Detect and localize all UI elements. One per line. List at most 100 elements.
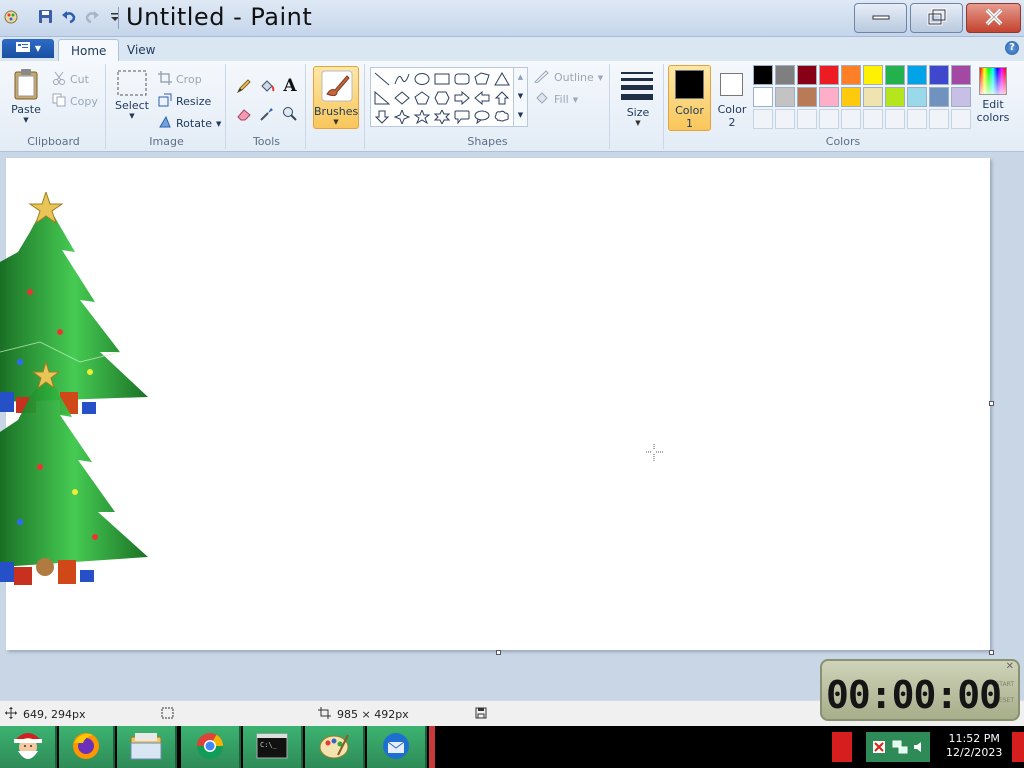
redo-icon[interactable] [83, 8, 100, 25]
diamond-shape-icon[interactable] [392, 88, 412, 107]
paste-button[interactable]: Paste ▼ [6, 68, 46, 124]
stopwatch-widget[interactable]: ✕ START RESET 00:00:00 [820, 659, 1020, 721]
polygon-shape-icon[interactable] [472, 69, 492, 88]
fill-bucket-icon[interactable] [257, 76, 277, 96]
outline-button[interactable]: Outline ▼ [534, 69, 603, 86]
save-icon[interactable] [37, 8, 54, 25]
size-button[interactable]: Size ▼ [612, 64, 664, 132]
rotate-button[interactable]: Rotate ▼ [158, 115, 221, 132]
palette-swatch[interactable] [841, 87, 861, 107]
palette-swatch[interactable] [929, 109, 949, 129]
right-triangle-shape-icon[interactable] [372, 88, 392, 107]
palette-swatch[interactable] [863, 65, 883, 85]
edit-colors-button[interactable]: Edit colors [976, 67, 1010, 124]
palette-swatch[interactable] [885, 65, 905, 85]
palette-swatch[interactable] [797, 109, 817, 129]
palette-swatch[interactable] [863, 87, 883, 107]
crop-button[interactable]: Crop [158, 71, 202, 88]
palette-swatch[interactable] [951, 87, 971, 107]
gallery-scroll-up[interactable]: ▲ [514, 68, 527, 87]
palette-swatch[interactable] [907, 87, 927, 107]
palette-swatch[interactable] [775, 65, 795, 85]
palette-swatch[interactable] [929, 87, 949, 107]
copy-button[interactable]: Copy [52, 93, 98, 110]
tab-view[interactable]: View [115, 39, 167, 61]
taskbar-thunderbird[interactable] [367, 726, 427, 768]
palette-swatch[interactable] [885, 109, 905, 129]
text-icon[interactable]: A [280, 76, 300, 96]
four-point-star-shape-icon[interactable] [392, 107, 412, 126]
palette-swatch[interactable] [753, 65, 773, 85]
five-point-star-shape-icon[interactable] [412, 107, 432, 126]
eraser-icon[interactable] [234, 104, 254, 124]
line-shape-icon[interactable] [372, 69, 392, 88]
resize-button[interactable]: Resize [158, 93, 211, 110]
tray-app-icon[interactable] [832, 732, 852, 762]
color-picker-icon[interactable] [257, 104, 277, 124]
cut-button[interactable]: Cut [52, 71, 89, 88]
rounded-rectangle-shape-icon[interactable] [452, 69, 472, 88]
taskbar-command-prompt[interactable]: C:\_ [243, 726, 303, 768]
palette-swatch[interactable] [753, 109, 773, 129]
undo-icon[interactable] [60, 8, 77, 25]
left-arrow-shape-icon[interactable] [472, 88, 492, 107]
palette-swatch[interactable] [775, 109, 795, 129]
color2-button[interactable]: Color 2 [712, 65, 752, 131]
taskbar-file-explorer[interactable] [117, 726, 177, 768]
resize-handle-corner[interactable] [989, 650, 994, 655]
palette-swatch[interactable] [929, 65, 949, 85]
palette-swatch[interactable] [841, 109, 861, 129]
up-arrow-shape-icon[interactable] [492, 88, 512, 107]
help-icon[interactable]: ? [1005, 41, 1019, 55]
palette-swatch[interactable] [775, 87, 795, 107]
restore-button[interactable] [910, 3, 963, 33]
volume-icon[interactable] [912, 740, 926, 757]
palette-swatch[interactable] [907, 109, 927, 129]
brushes-button[interactable]: Brushes ▼ [313, 66, 359, 129]
right-arrow-shape-icon[interactable] [452, 88, 472, 107]
six-point-star-shape-icon[interactable] [432, 107, 452, 126]
palette-swatch[interactable] [951, 109, 971, 129]
gallery-scroll-down[interactable]: ▼ [514, 87, 527, 106]
close-button[interactable] [966, 3, 1021, 33]
color1-button[interactable]: Color 1 [668, 65, 711, 131]
palette-swatch[interactable] [797, 65, 817, 85]
show-desktop-button[interactable] [1012, 732, 1024, 762]
palette-swatch[interactable] [951, 65, 971, 85]
palette-swatch[interactable] [841, 65, 861, 85]
taskbar-clock[interactable]: 11:52 PM 12/2/2023 [946, 732, 1002, 760]
curve-shape-icon[interactable] [392, 69, 412, 88]
security-alert-icon[interactable] [872, 740, 886, 757]
rounded-callout-shape-icon[interactable] [452, 107, 472, 126]
drawing-canvas[interactable] [0, 158, 990, 650]
network-icon[interactable] [892, 740, 908, 757]
rectangle-shape-icon[interactable] [432, 69, 452, 88]
magnifier-icon[interactable] [280, 104, 300, 124]
down-arrow-shape-icon[interactable] [372, 107, 392, 126]
tab-home[interactable]: Home [58, 39, 120, 61]
pencil-icon[interactable] [234, 76, 254, 96]
taskbar-paint[interactable] [305, 726, 365, 768]
palette-swatch[interactable] [753, 87, 773, 107]
palette-swatch[interactable] [797, 87, 817, 107]
oval-shape-icon[interactable] [412, 69, 432, 88]
resize-handle-bottom[interactable] [496, 650, 501, 655]
palette-swatch[interactable] [907, 65, 927, 85]
start-button[interactable] [0, 726, 57, 768]
resize-handle-right[interactable] [989, 401, 994, 406]
customize-dropdown-icon[interactable] [106, 8, 123, 25]
palette-swatch[interactable] [863, 109, 883, 129]
palette-swatch[interactable] [819, 65, 839, 85]
fill-button[interactable]: Fill ▼ [534, 91, 578, 108]
taskbar-chrome[interactable] [181, 726, 241, 768]
paint-app-icon[interactable] [2, 8, 19, 25]
select-button[interactable]: Select ▼ [112, 70, 152, 120]
oval-callout-shape-icon[interactable] [472, 107, 492, 126]
file-menu-button[interactable]: ▼ [2, 39, 54, 58]
pentagon-shape-icon[interactable] [412, 88, 432, 107]
close-icon[interactable]: ✕ [1006, 661, 1014, 672]
hexagon-shape-icon[interactable] [432, 88, 452, 107]
palette-swatch[interactable] [819, 109, 839, 129]
palette-swatch[interactable] [819, 87, 839, 107]
triangle-shape-icon[interactable] [492, 69, 512, 88]
